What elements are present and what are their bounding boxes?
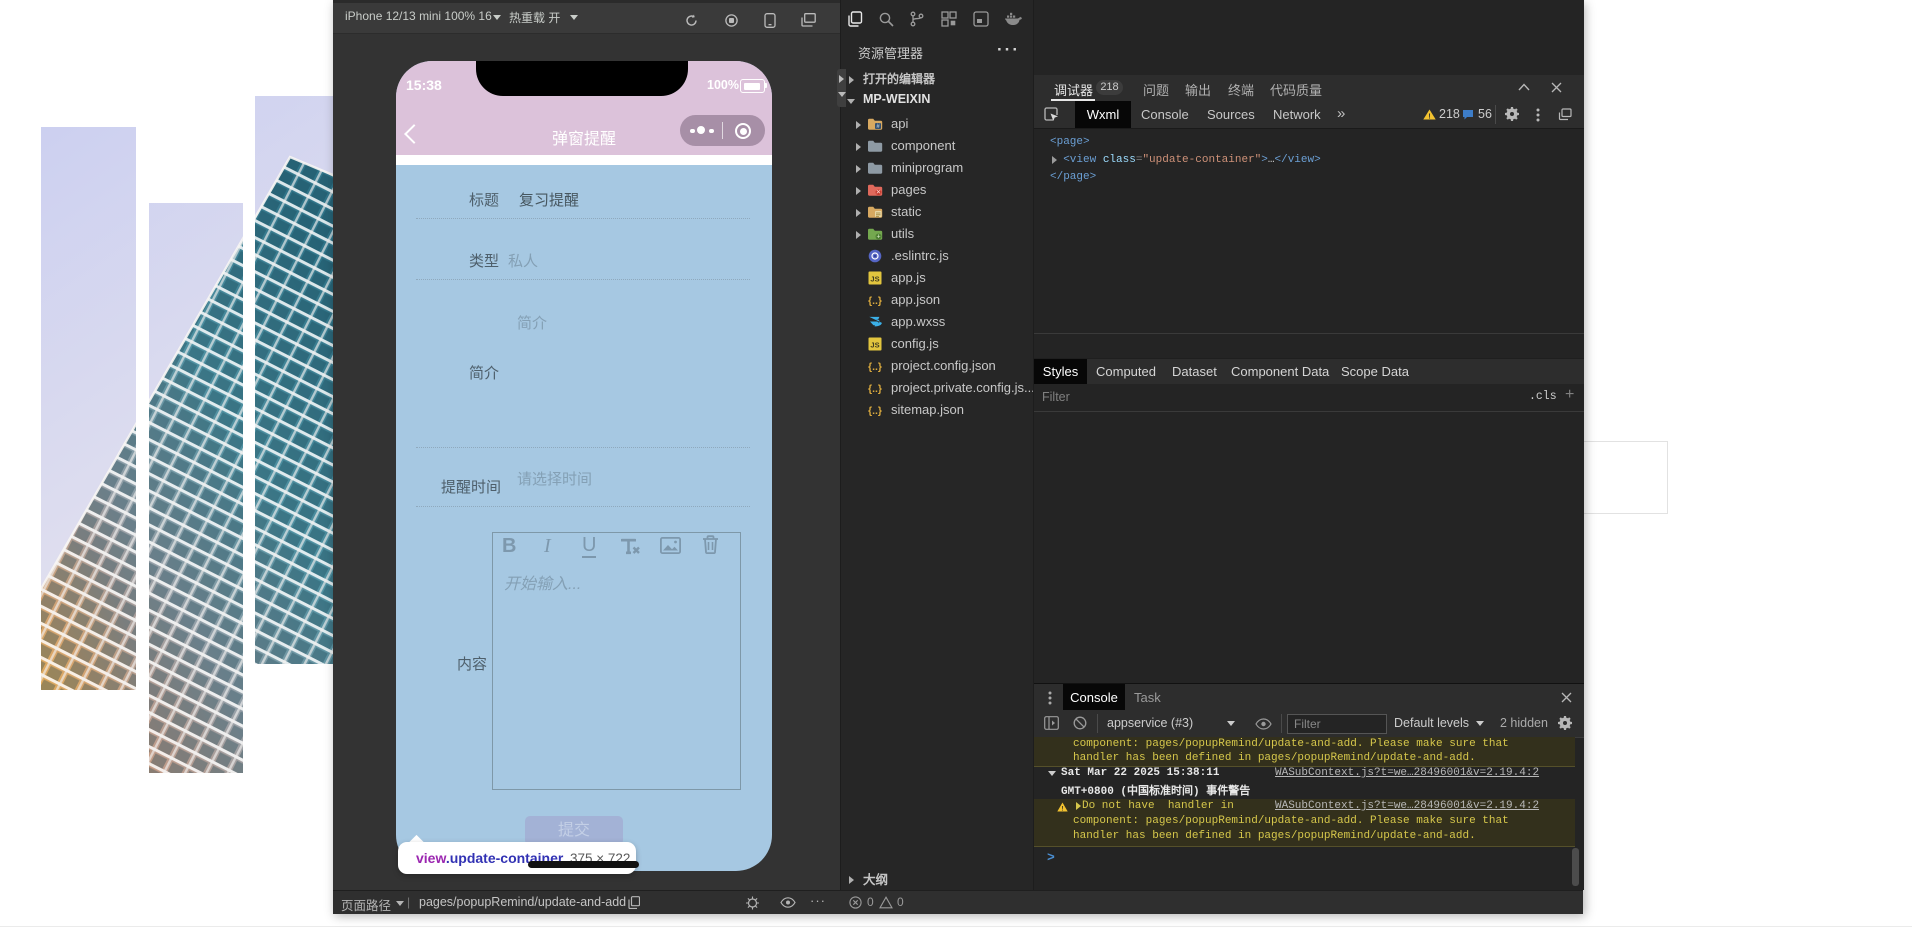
svg-text:+: + xyxy=(876,233,880,240)
svg-text:!: ! xyxy=(1061,805,1065,812)
svg-text:{..}: {..} xyxy=(868,405,882,417)
svg-text:{..}: {..} xyxy=(868,361,882,373)
svg-text:JS: JS xyxy=(870,341,879,350)
svg-text:{..}: {..} xyxy=(868,383,882,395)
svg-text:{..}: {..} xyxy=(868,295,882,307)
svg-text:!: ! xyxy=(1428,113,1430,120)
svg-text:JS: JS xyxy=(870,275,879,284)
svg-text:✕: ✕ xyxy=(876,189,881,196)
